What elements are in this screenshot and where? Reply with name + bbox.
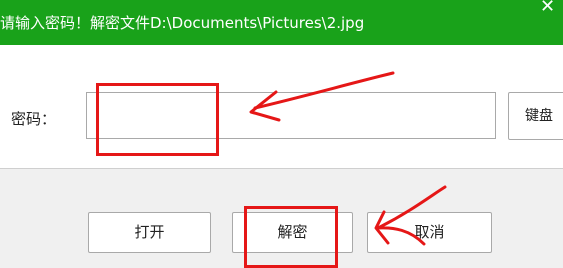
title-bar: 请输入密码！解密文件D:\Documents\Pictures\2.jpg ✕ xyxy=(0,0,563,45)
close-icon[interactable]: ✕ xyxy=(532,0,563,20)
open-button[interactable]: 打开 xyxy=(88,212,211,253)
password-label: 密码： xyxy=(11,110,57,128)
keyboard-button[interactable]: 键盘 xyxy=(508,92,563,140)
annotation-box-password xyxy=(96,83,219,156)
annotation-box-decrypt xyxy=(244,206,338,268)
cancel-button[interactable]: 取消 xyxy=(367,212,492,253)
dialog-title: 请输入密码！解密文件D:\Documents\Pictures\2.jpg xyxy=(0,14,365,32)
